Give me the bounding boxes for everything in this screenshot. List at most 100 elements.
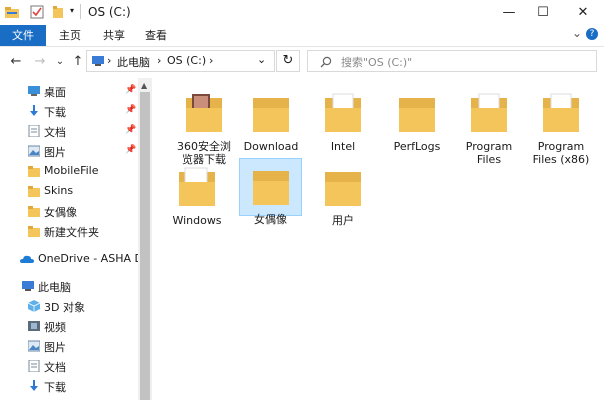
folder-label: Download — [243, 140, 299, 153]
explorer-icon[interactable] — [4, 5, 20, 19]
computer-icon — [92, 56, 104, 66]
nav-pane-scrollbar[interactable]: ▲ — [138, 78, 152, 400]
sidebar-item-label: 3D 对象 — [44, 301, 85, 314]
search-input[interactable]: 搜索"OS (C:)" — [341, 54, 412, 70]
search-box[interactable]: 搜索"OS (C:)" — [307, 50, 597, 72]
folder-label: Intel — [330, 140, 356, 153]
scrollbar-thumb[interactable] — [140, 92, 150, 400]
sidebar-item-videos[interactable]: 视频 — [0, 317, 138, 337]
folder-download[interactable]: Download — [234, 86, 308, 153]
folder-users[interactable]: 用户 — [306, 160, 380, 227]
search-icon — [320, 56, 332, 68]
tab-view[interactable]: 查看 — [138, 25, 174, 46]
title-divider — [80, 4, 81, 19]
sidebar-item-label: 此电脑 — [38, 281, 71, 294]
maximize-button[interactable]: ☐ — [526, 0, 560, 25]
folder-label: PerfLogs — [393, 140, 441, 153]
pin-icon[interactable]: 📌 — [125, 145, 136, 155]
sidebar-item-3d-objects[interactable]: 3D 对象 — [0, 297, 138, 317]
qat-expand-icon[interactable]: ▾ — [70, 6, 74, 15]
minimize-button[interactable]: — — [492, 0, 526, 25]
folder-360-downloads[interactable]: 360安全浏 览器下载 — [174, 86, 234, 166]
address-segment-this-pc[interactable]: 此电脑 — [117, 54, 150, 70]
sidebar-item-onedrive[interactable]: OneDrive - ASHA DE — [0, 250, 138, 270]
address-dropdown-icon[interactable]: ⌄ — [257, 53, 266, 66]
file-list: 360安全浏 览器下载 Download Intel PerfLogs Prog… — [152, 78, 604, 400]
folder-label: Program Files (x86) — [532, 140, 590, 166]
folder-icon — [325, 172, 361, 206]
folder-icon — [253, 98, 289, 132]
sidebar-item-label: 女偶像 — [44, 206, 77, 219]
back-button[interactable]: ← — [8, 54, 24, 70]
download-icon — [30, 380, 38, 391]
sidebar-item-skins[interactable]: Skins — [0, 182, 138, 202]
sidebar-item-pictures[interactable]: 图片 📌 — [0, 142, 138, 162]
help-icon[interactable]: ? — [586, 28, 598, 40]
sidebar-item-new-folder[interactable]: 新建文件夹 — [0, 222, 138, 242]
sidebar-item-label: 下载 — [44, 381, 66, 394]
address-separator: › — [209, 54, 214, 67]
picture-icon — [28, 340, 40, 352]
address-separator: › — [107, 54, 112, 67]
address-separator: › — [157, 54, 162, 67]
folder-idols-selected[interactable]: 女偶像 — [239, 158, 302, 226]
folder-icon — [399, 98, 435, 132]
sidebar-item-label: OneDrive - ASHA DE — [38, 252, 138, 265]
navigation-pane: 桌面 📌 下载 📌 文档 📌 图片 📌 MobileFile Skins 女偶像… — [0, 78, 138, 400]
sidebar-item-documents-pc[interactable]: 文档 — [0, 357, 138, 377]
forward-button[interactable]: → — [32, 54, 48, 70]
sidebar-item-mobilefile[interactable]: MobileFile — [0, 162, 138, 182]
sidebar-item-label: Skins — [44, 184, 74, 197]
sidebar-item-label: 下载 — [44, 106, 66, 119]
3d-objects-icon — [28, 300, 40, 312]
pin-icon[interactable]: 📌 — [125, 85, 136, 95]
sidebar-item-label: 文档 — [44, 361, 66, 374]
folder-intel[interactable]: Intel — [306, 86, 380, 153]
properties-icon[interactable] — [30, 5, 44, 19]
folder-label: 用户 — [332, 214, 354, 227]
sidebar-item-downloads-pc[interactable]: 下载 — [0, 377, 138, 397]
sidebar-item-desktop[interactable]: 桌面 📌 — [0, 82, 138, 102]
sidebar-item-documents[interactable]: 文档 📌 — [0, 122, 138, 142]
sidebar-item-label: 图片 — [44, 341, 66, 354]
tab-home[interactable]: 主页 — [52, 25, 88, 46]
sidebar-item-downloads[interactable]: 下载 📌 — [0, 102, 138, 122]
folder-icon — [325, 93, 361, 132]
ribbon-collapse-icon[interactable]: ⌄ — [572, 26, 582, 40]
folder-icon — [28, 206, 40, 217]
onedrive-icon — [20, 255, 34, 263]
pin-icon[interactable]: 📌 — [125, 105, 136, 115]
up-button[interactable]: ↑ — [70, 54, 86, 70]
folder-perflogs[interactable]: PerfLogs — [380, 86, 454, 153]
folder-windows[interactable]: Windows — [160, 160, 234, 227]
new-folder-icon[interactable] — [52, 5, 64, 19]
ribbon-tabs: 文件 主页 共享 查看 ⌄ ? — [0, 25, 604, 47]
sidebar-item-label: 视频 — [44, 321, 66, 334]
folder-icon — [28, 186, 40, 197]
sidebar-item-idols[interactable]: 女偶像 — [0, 202, 138, 222]
sidebar-item-label: 新建文件夹 — [44, 226, 99, 239]
tab-file[interactable]: 文件 — [0, 25, 46, 46]
tab-share[interactable]: 共享 — [96, 25, 132, 46]
sidebar-item-pictures-pc[interactable]: 图片 — [0, 337, 138, 357]
refresh-button[interactable]: ↻ — [276, 50, 300, 72]
sidebar-item-label: 桌面 — [44, 86, 66, 99]
pin-icon[interactable]: 📌 — [125, 125, 136, 135]
folder-program-files[interactable]: Program Files — [452, 86, 526, 166]
folder-icon — [471, 93, 507, 132]
address-segment-drive[interactable]: OS (C:) — [167, 54, 206, 67]
address-bar[interactable]: › 此电脑 › OS (C:) › ⌄ — [86, 50, 275, 72]
document-icon — [28, 125, 40, 137]
download-icon — [30, 105, 38, 116]
navigation-bar: ← → ⌄ ↑ › 此电脑 › OS (C:) › ⌄ ↻ 搜索"OS (C:)… — [0, 47, 604, 77]
picture-icon — [28, 145, 40, 157]
folder-icon — [186, 94, 222, 132]
close-button[interactable]: ✕ — [566, 0, 600, 25]
folder-icon — [543, 93, 579, 132]
sidebar-item-this-pc[interactable]: 此电脑 — [0, 277, 138, 297]
desktop-icon — [28, 86, 40, 96]
folder-program-files-x86[interactable]: Program Files (x86) — [524, 86, 598, 166]
scroll-up-icon[interactable]: ▲ — [141, 81, 147, 90]
recent-locations-icon[interactable]: ⌄ — [52, 54, 68, 70]
folder-icon — [28, 226, 40, 237]
